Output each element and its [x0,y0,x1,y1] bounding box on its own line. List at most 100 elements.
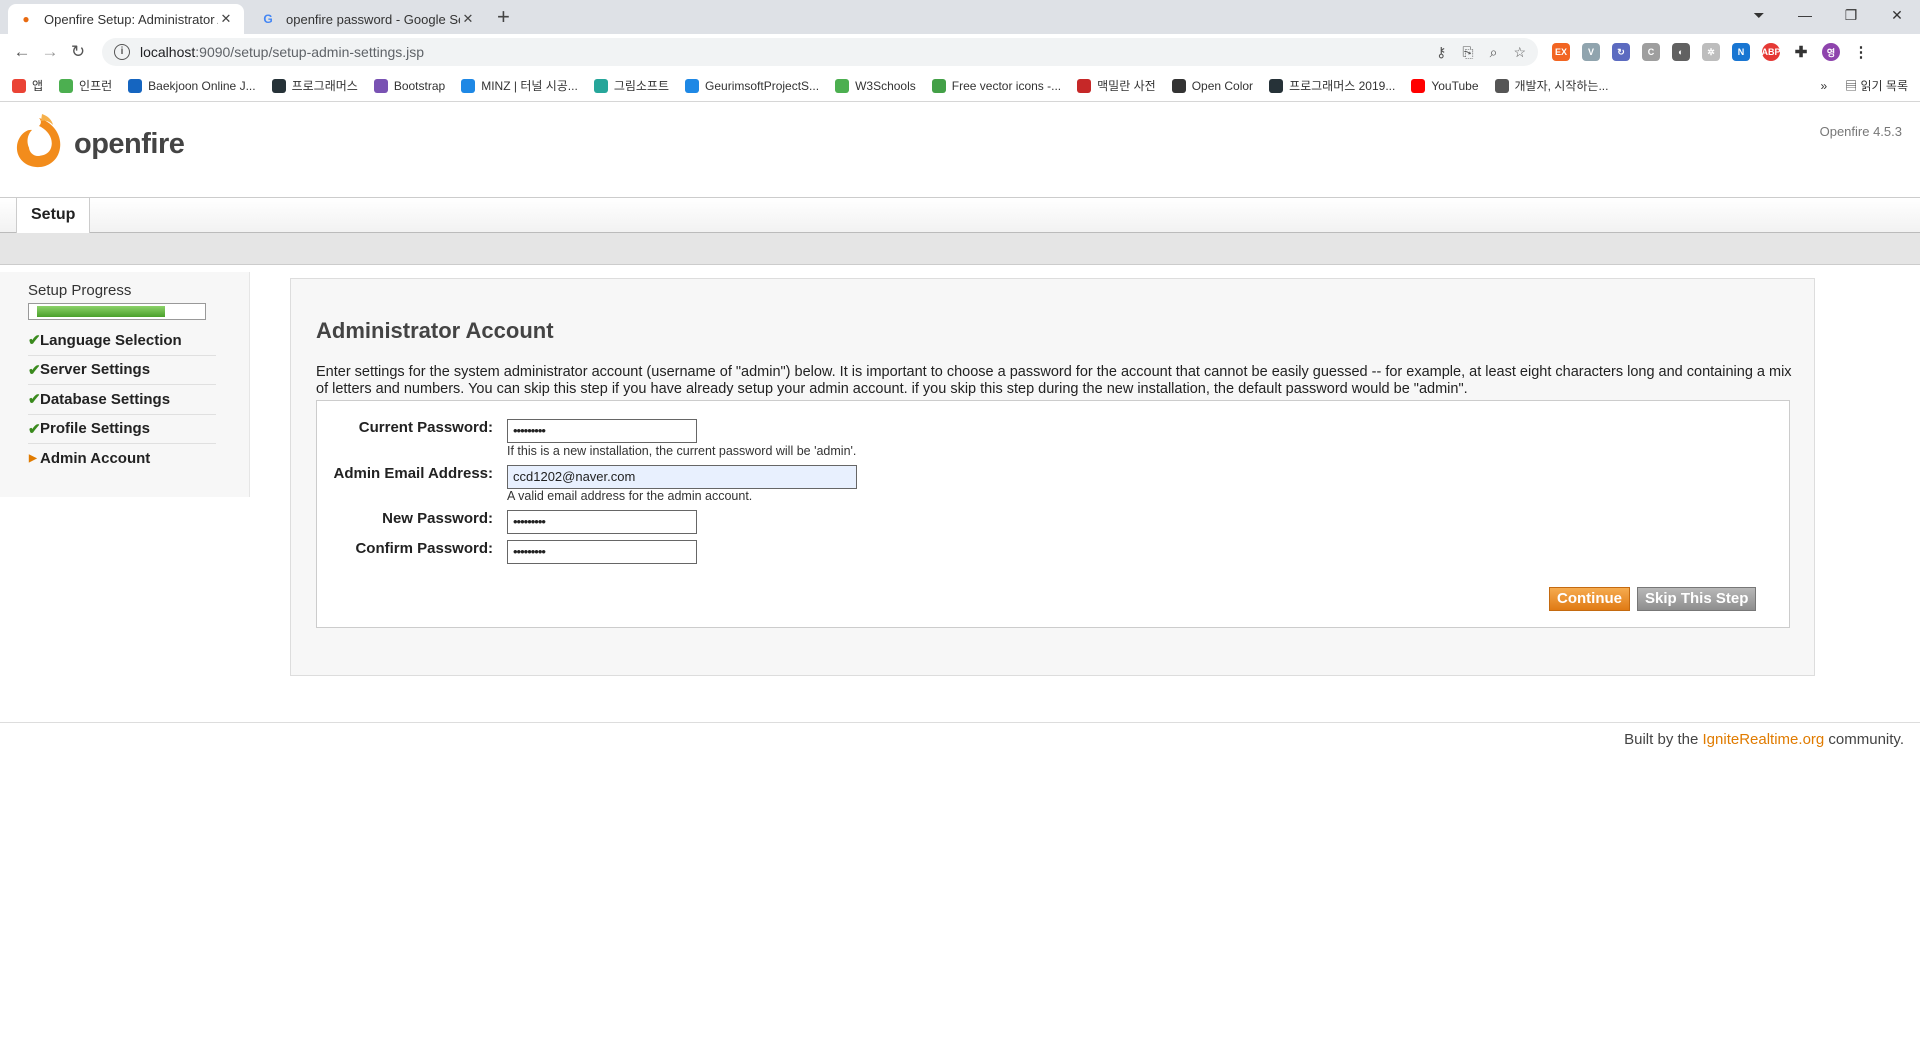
bookmark-item[interactable]: Open Color [1171,78,1253,93]
setup-step-item: ✔ Server Settings [28,356,216,385]
openfire-favicon-icon: ● [22,12,30,26]
bookmark-item[interactable]: 프로그래머스 2019... [1269,77,1395,94]
puzzle-icon[interactable]: ✚ [1792,43,1810,61]
footer-suffix: community. [1824,731,1904,748]
setup-step-item: ▶ Admin Account [28,444,216,474]
new-tab-button[interactable]: + [497,4,510,30]
tab-setup[interactable]: Setup [16,198,91,233]
current-password-field[interactable]: ••••••••• [507,419,697,443]
bookmark-favicon-icon [835,78,850,93]
extension-icon[interactable]: EX [1552,43,1570,61]
browser-tab-google[interactable]: G openfire password - Google Se ✕ [250,4,486,34]
menu-kebab-icon[interactable]: ⋮ [1852,43,1870,61]
adblock-icon[interactable]: ABP [1762,43,1781,61]
bookmark-item[interactable]: MINZ | 터널 시공... [461,77,578,94]
forward-button[interactable]: → [36,42,64,62]
avatar[interactable]: 영 [1822,43,1840,61]
setup-progress-bar [28,303,206,320]
confirm-password-field[interactable]: ••••••••• [507,540,697,564]
close-tab-icon[interactable]: ✕ [460,11,476,27]
reload-button[interactable]: ↻ [64,42,92,62]
new-password-label: New Password: [382,510,493,527]
bookmark-favicon-icon [1077,78,1092,93]
extension-icon[interactable]: N [1732,43,1750,61]
translate-icon[interactable]: ⎘ [1462,44,1473,61]
bookmark-item[interactable]: Bootstrap [373,78,445,93]
restore-button[interactable]: ❐ [1828,7,1874,24]
checkmark-icon: ✔ [28,332,41,350]
bookmark-item[interactable]: Free vector icons -... [931,78,1062,93]
admin-form: Current Password: ••••••••• If this is a… [316,400,1790,628]
page-footer: Built by the IgniteRealtime.org communit… [0,722,1920,748]
bookmark-label: 인프런 [79,79,113,93]
url-host: localhost [140,44,196,60]
back-button[interactable]: ← [8,42,36,62]
bookmark-label: GeurimsoftProjectS... [705,78,820,93]
bookmark-item[interactable]: 개발자, 시작하는... [1494,77,1609,94]
browser-tab-openfire[interactable]: ● Openfire Setup: Administrator A ✕ [8,4,244,34]
email-field[interactable]: ccd1202@naver.com [507,465,857,489]
bookmark-item[interactable]: 앱 [12,77,43,94]
setup-sidebar: Setup Progress ✔ Language Selection ✔ Serve… [0,272,250,497]
setup-step-label: Server Settings [40,361,151,379]
reading-list[interactable]: ▤ 읽기 목록 [1845,77,1908,94]
setup-step-label: Admin Account [40,450,151,468]
current-step-arrow-icon: ▶ [29,453,37,465]
bookmark-favicon-icon [271,78,286,93]
extension-icon[interactable]: C [1642,43,1660,61]
openfire-page: openfire Openfire 4.5.3 Setup Setup Prog… [0,102,1920,1039]
setup-step-label: Database Settings [40,390,171,408]
tab-title: openfire password - Google Se [286,11,460,27]
site-info-icon[interactable]: i [114,44,130,60]
ignite-realtime-link[interactable]: IgniteRealtime.org [1703,731,1825,748]
setup-step-label: Profile Settings [40,420,151,438]
bookmark-item[interactable]: GeurimsoftProjectS... [685,78,820,93]
footer-prefix: Built by the [1624,731,1703,748]
zoom-icon[interactable]: ⌕ [1490,44,1498,61]
email-hint: A valid email address for the admin acco… [507,489,753,503]
bookmark-label: 개발자, 시작하는... [1514,79,1609,93]
bookmark-star-icon[interactable]: ☆ [1513,44,1526,61]
bookmark-item[interactable]: Baekjoon Online J... [128,78,256,93]
more-bookmarks-icon[interactable]: » [1820,79,1827,93]
close-tab-icon[interactable]: ✕ [218,11,234,27]
extension-icon[interactable]: ✲ [1702,43,1720,61]
bookmark-label: 맥밀란 사전 [1097,79,1156,93]
extension-icon[interactable]: ◐ [1672,43,1690,61]
bookmark-label: MINZ | 터널 시공... [481,79,578,93]
continue-button[interactable]: Continue [1549,587,1630,611]
bookmark-favicon-icon [593,78,608,93]
bookmark-favicon-icon [1494,78,1509,93]
bookmark-label: 프로그래머스 2019... [1289,79,1396,93]
bookmark-item[interactable]: YouTube [1411,78,1479,93]
bookmark-item[interactable]: 그림소프트 [593,77,669,94]
bookmark-item[interactable]: 맥밀란 사전 [1077,77,1156,94]
google-favicon-icon: G [263,12,273,26]
profile-dropdown-icon[interactable]: ⏷ [1736,7,1782,24]
bookmark-item[interactable]: 인프런 [59,77,112,94]
bookmark-favicon-icon [461,78,476,93]
checkmark-icon: ✔ [28,361,41,379]
bookmark-favicon-icon [685,78,700,93]
extension-icon[interactable]: ↻ [1612,43,1630,61]
bookmark-favicon-icon [373,78,388,93]
email-label: Admin Email Address: [333,465,493,482]
subnav-bar [0,233,1920,265]
bookmark-favicon-icon [1411,78,1426,93]
minimize-button[interactable]: — [1782,7,1828,23]
key-icon[interactable]: ⚷ [1436,44,1446,61]
extension-icon[interactable]: V [1582,43,1600,61]
address-bar[interactable]: i localhost:9090/setup/setup-admin-setti… [102,38,1538,66]
bookmark-label: W3Schools [855,78,916,93]
bookmark-favicon-icon [1269,78,1284,93]
bookmark-label: 프로그래머스 [291,79,358,93]
new-password-field[interactable]: ••••••••• [507,510,697,534]
bookmark-item[interactable]: 프로그래머스 [271,77,358,94]
skip-step-button[interactable]: Skip This Step [1637,587,1757,611]
bookmark-item[interactable]: W3Schools [835,78,916,93]
close-window-button[interactable]: ✕ [1874,7,1920,24]
logo-text: openfire [74,127,185,160]
content-panel: Administrator Account Enter settings for… [290,278,1815,676]
bookmark-label: Free vector icons -... [951,78,1062,93]
setup-step-label: Language Selection [40,331,182,349]
